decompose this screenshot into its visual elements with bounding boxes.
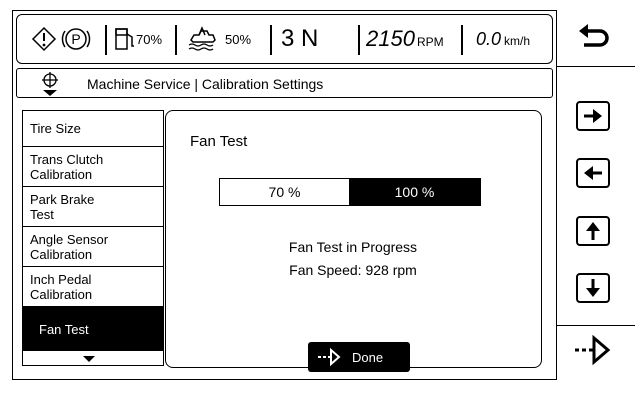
fuel-gauge: 70% [114, 15, 162, 63]
park-icon: P [61, 15, 91, 63]
button-divider [557, 325, 635, 326]
done-label: Done [352, 349, 384, 365]
sidebar-item-tire-size[interactable]: Tire Size [23, 111, 163, 147]
fan-speed-readout: Fan Speed: 928 rpm [289, 262, 417, 278]
option-100-percent[interactable]: 100 % [349, 179, 480, 205]
up-button[interactable] [561, 208, 625, 254]
gear-indicator: 3 N [281, 15, 318, 63]
status-divider [461, 25, 463, 55]
speed-value: 0.0 [476, 28, 502, 49]
option-70-percent[interactable]: 70 % [220, 179, 349, 205]
enter-button[interactable] [561, 327, 625, 373]
speed-unit: km/h [504, 34, 531, 48]
def-gauge: 50% [185, 15, 251, 63]
status-divider [358, 25, 360, 55]
down-button[interactable] [561, 265, 625, 311]
status-divider [105, 25, 107, 55]
arrow-down-icon [576, 273, 610, 303]
enter-icon [575, 334, 611, 366]
breadcrumb: Machine Service | Calibration Settings [16, 68, 553, 98]
sidebar-item-park-brake-test[interactable]: Park Brake Test [23, 187, 163, 227]
svg-text:P: P [71, 31, 80, 47]
fuel-value: 70% [136, 31, 163, 47]
back-icon [579, 24, 609, 47]
home-icon [42, 72, 58, 96]
sidebar-item-trans-clutch-calibration[interactable]: Trans Clutch Calibration [23, 147, 163, 187]
fan-speed-selector: 70 % 100 % [219, 178, 481, 206]
arrow-up-icon [576, 216, 610, 246]
status-divider [270, 25, 272, 55]
back-button[interactable] [561, 15, 625, 61]
speed-indicator: 0.0 km/h [476, 15, 530, 63]
rpm-indicator: 2150 RPM [366, 15, 444, 63]
breadcrumb-text: Machine Service | Calibration Settings [87, 76, 324, 92]
sidebar-item-label: Park Brake Test [30, 191, 95, 222]
sidebar-item-label: Tire Size [30, 121, 81, 136]
status-divider [175, 25, 177, 55]
scroll-down-icon[interactable] [83, 356, 95, 362]
enter-icon [318, 347, 341, 367]
def-fluid-icon [188, 26, 216, 51]
content-panel: Fan Test 70 % 100 % Fan Test in Progress… [165, 110, 542, 368]
gear-value: 3 N [281, 25, 319, 52]
button-divider [557, 66, 635, 67]
status-bar: P 70% 50% 3 N 2150 RPM 0.0 km/h [16, 14, 553, 64]
sidebar-item-label: Trans Clutch Calibration [30, 151, 104, 182]
sidebar-item-label: Angle Sensor Calibration [30, 231, 109, 262]
rpm-value: 2150 [366, 26, 415, 51]
right-button[interactable] [561, 93, 625, 139]
fuel-icon [115, 28, 134, 50]
rpm-unit: RPM [416, 35, 444, 49]
sidebar-item-label: Fan Test [39, 321, 89, 337]
sidebar-item-angle-sensor-calibration[interactable]: Angle Sensor Calibration [23, 227, 163, 267]
status-message: Fan Test in Progress [288, 239, 418, 255]
sidebar-item-inch-pedal-calibration[interactable]: Inch Pedal Calibration [23, 267, 163, 307]
done-button[interactable]: Done [308, 342, 410, 372]
arrow-right-icon [576, 101, 610, 131]
sidebar-item-fan-test[interactable]: Fan Test [23, 307, 163, 351]
arrow-left-icon [576, 158, 610, 188]
left-button[interactable] [561, 150, 625, 196]
warning-icon [31, 15, 57, 63]
def-value: 50% [225, 31, 252, 47]
page-title: Fan Test [190, 133, 248, 150]
sidebar-item-label: Inch Pedal Calibration [30, 271, 93, 302]
sidebar-menu: Tire Size Trans Clutch Calibration Park … [22, 110, 164, 366]
